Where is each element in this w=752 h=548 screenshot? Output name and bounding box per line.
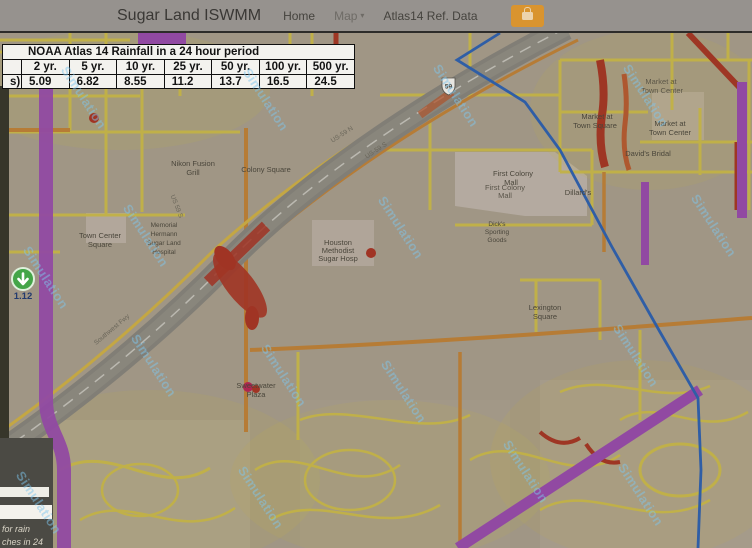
dim-overlay [0, 33, 752, 548]
shield-number: 59 [445, 84, 453, 91]
svg-text:Town Center: Town Center [649, 128, 692, 137]
main-nav: Home Map ▾ Atlas14 Ref. Data [283, 5, 543, 27]
svg-text:Sweetwater: Sweetwater [236, 381, 276, 390]
svg-text:First Colony: First Colony [493, 169, 533, 178]
col-header: 10 yr. [117, 60, 165, 75]
panel-caption-line2: ches in 24 [2, 537, 43, 547]
nav-atlas14-ref-data[interactable]: Atlas14 Ref. Data [383, 9, 477, 23]
rainfall-value: 11.2 [164, 75, 212, 89]
rainfall-value: 8.55 [117, 75, 165, 89]
map-marker[interactable]: 1.12 [12, 268, 34, 302]
rainfall-value: 5.09 [22, 75, 70, 89]
svg-text:Dillard's: Dillard's [565, 188, 592, 197]
rainfall-value: 13.7 [212, 75, 260, 89]
svg-text:Sugar Land: Sugar Land [147, 240, 181, 247]
col-header: 2 yr. [22, 60, 70, 75]
svg-text:Sugar Hosp: Sugar Hosp [318, 254, 358, 263]
svg-text:David's Bridal: David's Bridal [625, 149, 671, 158]
col-header: 25 yr. [164, 60, 212, 75]
svg-text:Colony Square: Colony Square [241, 165, 291, 174]
marker-label: 1.12 [14, 291, 33, 302]
nav-atlas14-label: Atlas14 Ref. Data [383, 9, 477, 23]
lock-icon [522, 12, 533, 20]
rainfall-table: NOAA Atlas 14 Rainfall in a 24 hour peri… [2, 44, 355, 89]
svg-text:Town Square: Town Square [573, 121, 617, 130]
svg-text:Mall: Mall [498, 191, 512, 200]
nav-home[interactable]: Home [283, 9, 315, 23]
svg-text:Sporting: Sporting [485, 229, 510, 236]
nav-map[interactable]: Map ▾ [334, 9, 364, 23]
rainfall-value: 6.82 [69, 75, 117, 89]
svg-text:Market at: Market at [581, 112, 613, 121]
svg-text:Market at: Market at [654, 119, 686, 128]
svg-text:Town Center: Town Center [79, 231, 122, 240]
rainfall-table-corner [3, 60, 22, 75]
svg-text:Lexington: Lexington [529, 303, 562, 312]
svg-text:Market at: Market at [645, 77, 677, 86]
rainfall-value: 24.5 [307, 75, 355, 89]
panel-caption-line1: for rain [2, 524, 30, 534]
svg-text:Goods: Goods [487, 237, 507, 244]
svg-text:Town Center: Town Center [641, 86, 684, 95]
svg-text:Dick's: Dick's [488, 221, 506, 228]
svg-text:Square: Square [88, 240, 112, 249]
legend-panel: for rain ches in 24 [0, 438, 53, 548]
nav-map-label: Map [334, 9, 357, 23]
panel-field[interactable] [0, 505, 52, 519]
col-header: 500 yr. [307, 60, 355, 75]
app-window: 59 Southwest Fwy US-59 N US-59 S US 59 S… [0, 0, 752, 548]
col-header: 100 yr. [259, 60, 307, 75]
rainfall-table-title: NOAA Atlas 14 Rainfall in a 24 hour peri… [3, 45, 355, 60]
col-header: 50 yr. [212, 60, 260, 75]
svg-text:Nikon Fusion: Nikon Fusion [171, 159, 215, 168]
panel-field[interactable] [0, 487, 49, 497]
rainfall-table-header-row: 2 yr. 5 yr. 10 yr. 25 yr. 50 yr. 100 yr.… [3, 60, 355, 75]
svg-text:Square: Square [533, 312, 557, 321]
app-title: Sugar Land ISWMM [117, 7, 261, 25]
rainfall-value: 16.5 [259, 75, 307, 89]
chevron-down-icon: ▾ [360, 12, 364, 20]
col-header: 5 yr. [69, 60, 117, 75]
rainfall-table-value-row: s) 5.09 6.82 8.55 11.2 13.7 16.5 24.5 [3, 75, 355, 89]
svg-text:Grill: Grill [186, 168, 200, 177]
svg-text:Hermann: Hermann [151, 231, 178, 238]
header-action-button[interactable] [511, 5, 544, 27]
nav-home-label: Home [283, 9, 315, 23]
app-header: Sugar Land ISWMM Home Map ▾ Atlas14 Ref.… [0, 0, 752, 33]
svg-text:Plaza: Plaza [247, 390, 267, 399]
row-label-fragment: s) [3, 75, 22, 89]
svg-text:Hospital: Hospital [152, 249, 176, 256]
svg-text:Memorial: Memorial [151, 222, 178, 229]
